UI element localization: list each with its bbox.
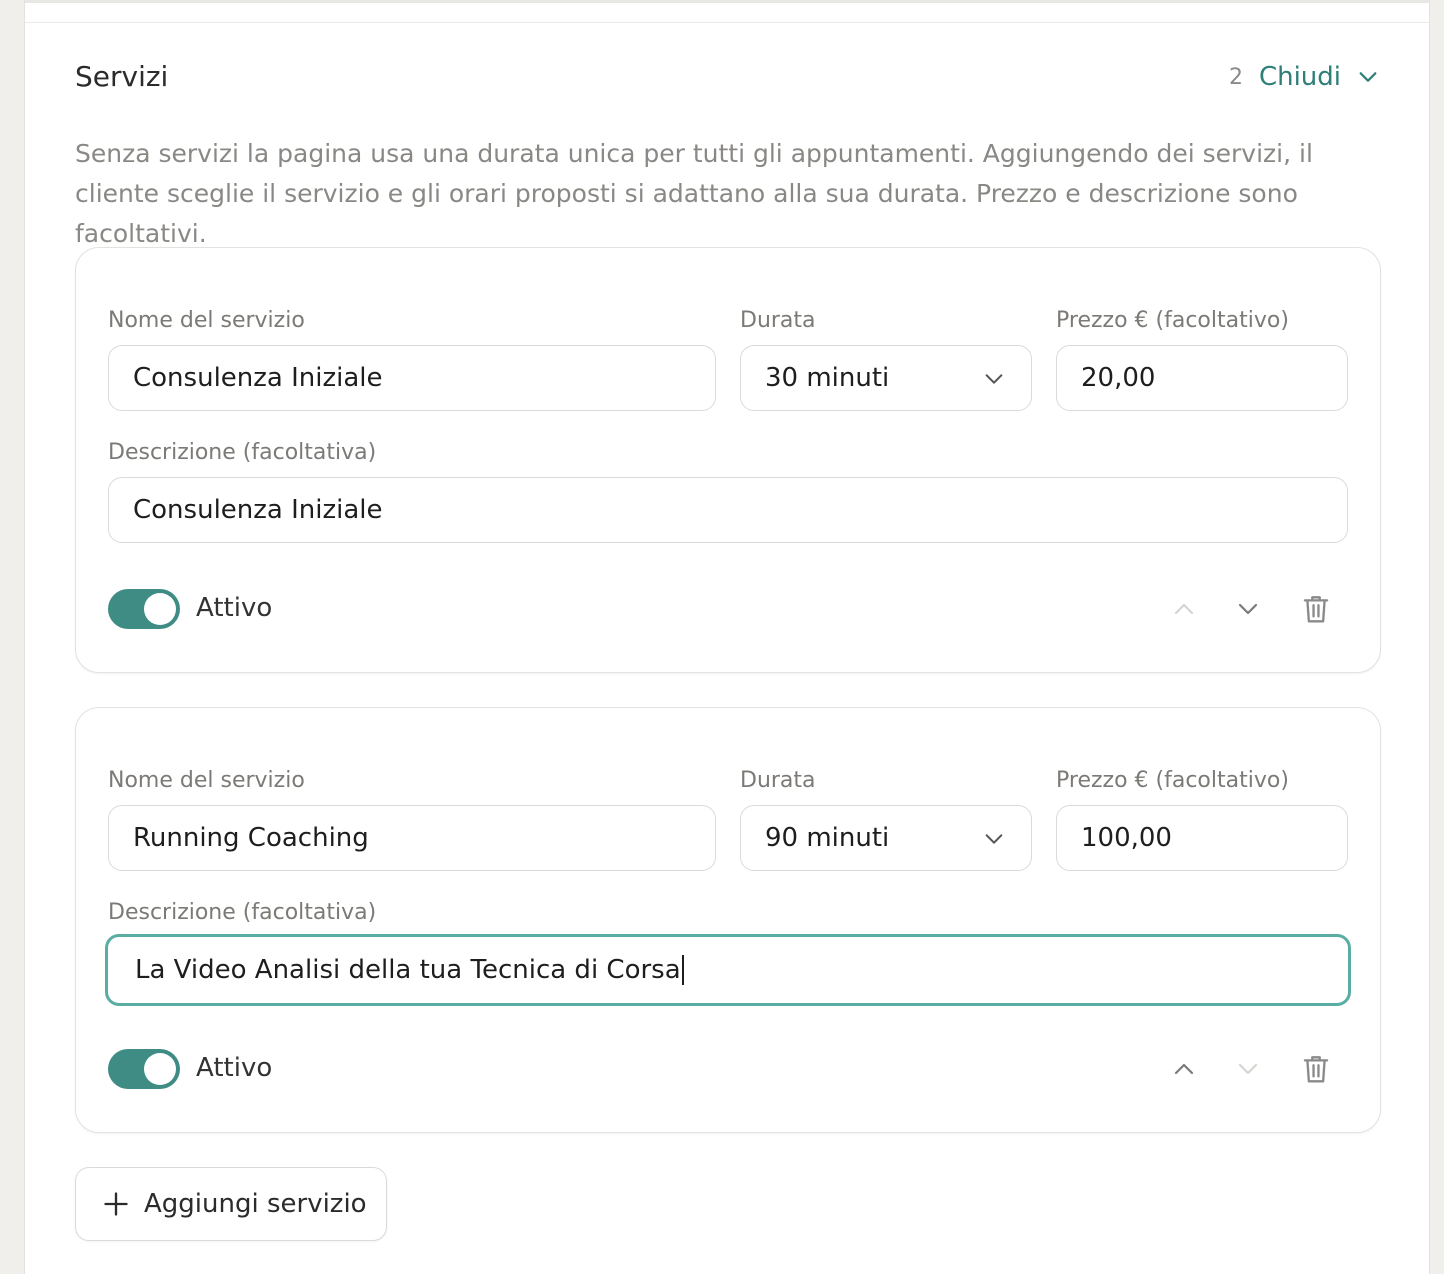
duration-select[interactable]: 90 minuti	[740, 805, 1032, 871]
duration-select[interactable]: 30 minuti	[740, 345, 1032, 411]
price-label: Prezzo € (facoltativo)	[1056, 308, 1289, 333]
trash-icon	[1303, 596, 1329, 623]
service-name-input[interactable]: Running Coaching	[108, 805, 716, 871]
service-name-value: Running Coaching	[133, 823, 369, 853]
top-divider	[25, 22, 1429, 23]
price-input[interactable]: 100,00	[1056, 805, 1348, 871]
duration-label: Durata	[740, 308, 816, 333]
toggle-knob	[144, 1053, 176, 1085]
duration-value: 90 minuti	[765, 823, 890, 853]
toggle-knob	[144, 593, 176, 625]
description-input[interactable]: Consulenza Iniziale	[108, 477, 1348, 543]
top-edge	[25, 0, 1429, 3]
section-description: Senza servizi la pagina usa una durata u…	[75, 139, 1313, 248]
collapse-label[interactable]: Chiudi	[1259, 62, 1341, 92]
add-service-button[interactable]: Aggiungi servizio	[75, 1167, 387, 1241]
trash-icon	[1303, 1056, 1329, 1083]
duration-label: Durata	[740, 768, 816, 793]
active-label: Attivo	[196, 1053, 273, 1083]
description-value: La Video Analisi della tua Tecnica di Co…	[135, 955, 681, 985]
service-card: Nome del servizio Durata Prezzo € (facol…	[75, 247, 1381, 673]
section-title: Servizi	[75, 60, 169, 93]
name-label: Nome del servizio	[108, 308, 305, 333]
chevron-down-icon	[985, 374, 1003, 384]
price-value: 20,00	[1081, 363, 1156, 393]
chevron-down-icon[interactable]	[1357, 66, 1379, 88]
description-value: Consulenza Iniziale	[133, 495, 383, 525]
services-panel: Servizi 2 Chiudi Senza servizi la pagina…	[24, 0, 1430, 1274]
collapse-toggle[interactable]: 2 Chiudi	[1229, 62, 1379, 92]
move-down-button[interactable]	[1228, 1049, 1268, 1089]
name-label: Nome del servizio	[108, 768, 305, 793]
price-label: Prezzo € (facoltativo)	[1056, 768, 1289, 793]
chevron-down-icon	[1238, 1063, 1258, 1075]
active-label: Attivo	[196, 593, 273, 623]
chevron-up-icon	[1174, 1063, 1194, 1075]
delete-button[interactable]	[1296, 1049, 1336, 1089]
delete-button[interactable]	[1296, 589, 1336, 629]
price-input[interactable]: 20,00	[1056, 345, 1348, 411]
chevron-down-icon	[985, 834, 1003, 844]
description-label: Descrizione (facoltativa)	[108, 440, 377, 465]
move-down-button[interactable]	[1228, 589, 1268, 629]
add-service-label: Aggiungi servizio	[144, 1189, 367, 1219]
service-card: Nome del servizio Durata Prezzo € (facol…	[75, 707, 1381, 1133]
move-up-button[interactable]	[1164, 589, 1204, 629]
description-input[interactable]: La Video Analisi della tua Tecnica di Co…	[105, 934, 1351, 1006]
price-value: 100,00	[1081, 823, 1172, 853]
plus-icon	[104, 1192, 128, 1216]
description-label: Descrizione (facoltativa)	[108, 900, 377, 925]
chevron-down-icon	[1238, 603, 1258, 615]
active-toggle[interactable]	[108, 589, 180, 629]
chevron-up-icon	[1174, 603, 1194, 615]
active-toggle[interactable]	[108, 1049, 180, 1089]
text-caret	[681, 955, 684, 985]
service-name-input[interactable]: Consulenza Iniziale	[108, 345, 716, 411]
service-name-value: Consulenza Iniziale	[133, 363, 383, 393]
services-count: 2	[1228, 64, 1243, 90]
move-up-button[interactable]	[1164, 1049, 1204, 1089]
duration-value: 30 minuti	[765, 363, 890, 393]
